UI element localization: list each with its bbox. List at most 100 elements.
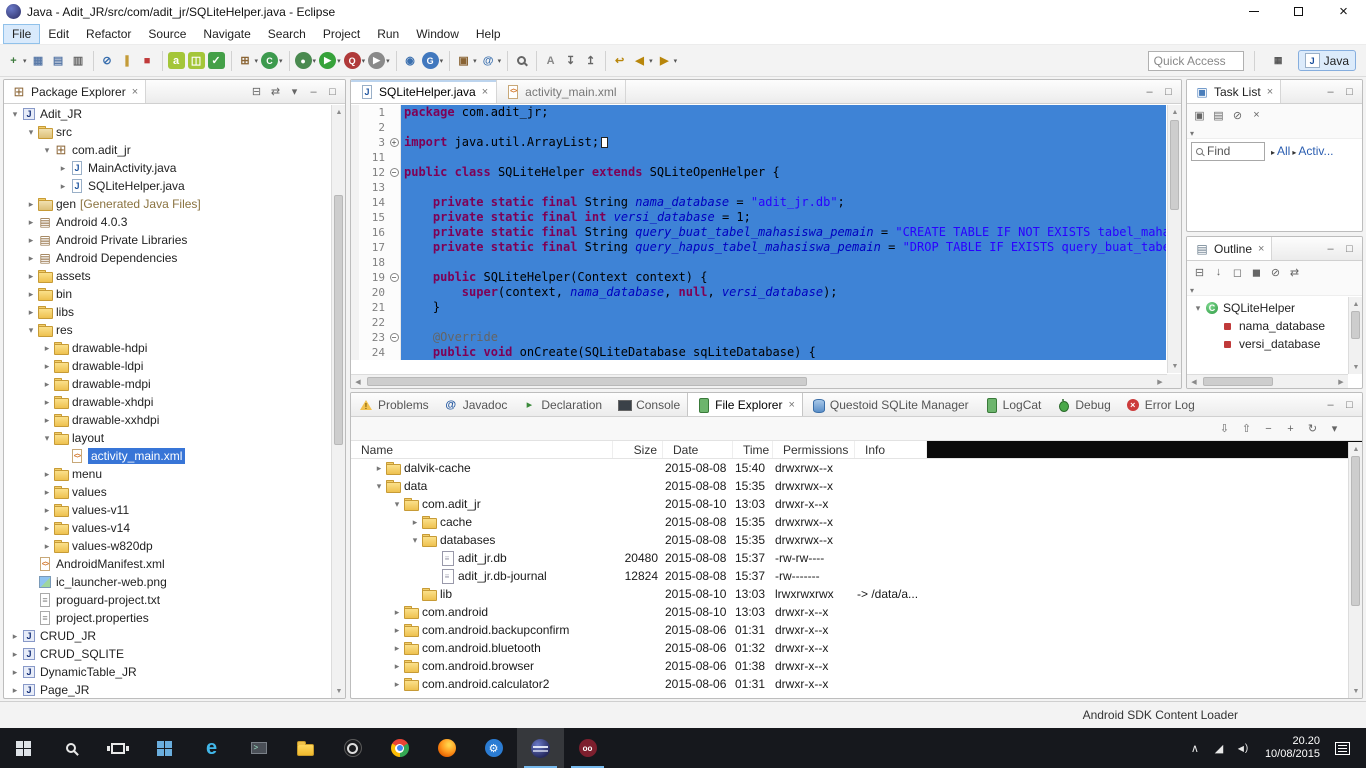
view-menu-button[interactable]: ▾	[1326, 420, 1343, 437]
annotation-ruler[interactable]	[351, 120, 359, 135]
file-row-adit-jr-db-journal[interactable]: adit_jr.db-journal 12824 2015-08-08 15:37 -r…	[351, 567, 1362, 585]
hide-fields-button[interactable]: ◻	[1229, 264, 1246, 281]
last-edit-location-button[interactable]: ↩	[610, 51, 629, 70]
expand-arrow-icon[interactable]: ▸	[41, 505, 53, 516]
expand-arrow-icon[interactable]: ▸	[41, 361, 53, 372]
scrollbar-thumb[interactable]	[1351, 456, 1360, 606]
firefox-icon[interactable]	[423, 728, 470, 768]
hidden-icons-chevron[interactable]: ∧	[1188, 742, 1202, 755]
console-app-icon[interactable]	[235, 728, 282, 768]
tree-item-res[interactable]: ▾ res	[5, 321, 330, 339]
toolbar-overflow-button[interactable]	[1190, 125, 1194, 139]
tree-item-ic-launcher-web-png[interactable]: ic_launcher-web.png	[5, 573, 330, 591]
annotation-ruler[interactable]	[351, 180, 359, 195]
fold-ruler[interactable]	[388, 195, 401, 210]
volume-icon[interactable]	[1236, 742, 1250, 754]
expand-arrow-icon[interactable]: ▸	[25, 289, 37, 300]
scrollbar-thumb[interactable]	[1203, 377, 1273, 386]
editor-tab-sqlitehelper-java[interactable]: SQLiteHelper.java ×	[351, 80, 498, 103]
scroll-right-icon[interactable]	[1153, 375, 1167, 388]
new-java-class-dropdown[interactable]: ▾	[279, 57, 283, 65]
tree-item-project-properties[interactable]: project.properties	[5, 609, 330, 627]
search-button[interactable]	[512, 53, 531, 68]
task-view-button[interactable]	[94, 728, 141, 768]
expand-arrow-icon[interactable]: ▸	[25, 253, 37, 264]
tree-item-assets[interactable]: ▸ assets	[5, 267, 330, 285]
delete-selection-button[interactable]: −	[1260, 420, 1277, 437]
expand-arrow-icon[interactable]: ▸	[9, 685, 21, 696]
outline-item-nama-database[interactable]: nama_database	[1188, 317, 1347, 335]
task-scope-link-activ[interactable]: Activ...	[1298, 144, 1333, 158]
tab-problems[interactable]: Problems	[351, 393, 436, 416]
gwt-compile-dropdown[interactable]: ▾	[440, 57, 444, 65]
tab-questoid-sqlite-manager[interactable]: Questoid SQLite Manager	[803, 393, 976, 416]
tree-item-activity-main-xml[interactable]: activity_main.xml	[5, 447, 330, 465]
package-explorer-tab[interactable]: Package Explorer ×	[4, 80, 147, 103]
toolbar-overflow-button[interactable]	[1190, 282, 1194, 296]
network-icon[interactable]: ◢	[1212, 742, 1226, 755]
javadoc-wizard-dropdown[interactable]: ▾	[498, 57, 502, 65]
gwt-compile-button[interactable]: G ▾	[421, 51, 445, 70]
code-line[interactable]: @Override	[401, 330, 1166, 345]
open-perspective-button[interactable]: ▦	[1265, 51, 1292, 70]
tab-logcat[interactable]: LogCat	[976, 393, 1049, 416]
code-line[interactable]: }	[401, 300, 1166, 315]
expand-arrow-icon[interactable]: ▾	[409, 535, 421, 546]
annotation-ruler[interactable]	[351, 135, 359, 150]
file-row-com-android-calculator2[interactable]: ▸ com.android.calculator2 2015-08-06 01:31 d…	[351, 675, 1362, 693]
code-line[interactable]	[401, 120, 1166, 135]
code-line[interactable]	[401, 315, 1166, 330]
file-table-scrollbar[interactable]	[1348, 442, 1362, 698]
file-row-com-android-backupconfirm[interactable]: ▸ com.android.backupconfirm 2015-08-06 01:3…	[351, 621, 1362, 639]
code-line[interactable]: private static final String query_hapus_…	[401, 240, 1166, 255]
tree-item-values[interactable]: ▸ values	[5, 483, 330, 501]
expand-arrow-icon[interactable]: ▾	[9, 109, 21, 120]
tree-item-crud-jr[interactable]: ▸ CRUD_JR	[5, 627, 330, 645]
scrollbar-thumb[interactable]	[334, 195, 343, 445]
editor-vertical-scrollbar[interactable]	[1167, 105, 1181, 373]
tree-item-bin[interactable]: ▸ bin	[5, 285, 330, 303]
settings-icon[interactable]: ⚙	[470, 728, 517, 768]
fold-ruler[interactable]	[388, 300, 401, 315]
expand-arrow-icon[interactable]: ▸	[25, 235, 37, 246]
collapse-all-button[interactable]: ⊟	[1191, 264, 1208, 281]
expand-arrow-icon[interactable]: ▸	[391, 643, 403, 654]
annotation-ruler[interactable]	[351, 300, 359, 315]
sort-button[interactable]: ↓	[1210, 264, 1227, 281]
fold-toggle-icon[interactable]: +	[389, 138, 399, 147]
tree-item-proguard-project-txt[interactable]: proguard-project.txt	[5, 591, 330, 609]
outline-vertical-scrollbar[interactable]	[1348, 297, 1362, 374]
fold-ruler[interactable]	[388, 255, 401, 270]
expand-arrow-icon[interactable]: ▸	[41, 343, 53, 354]
expand-arrow-icon[interactable]: ▸	[41, 469, 53, 480]
scroll-left-icon[interactable]	[1187, 375, 1201, 388]
previous-annotation-button[interactable]: ↥	[581, 51, 600, 70]
scroll-up-icon[interactable]	[1349, 442, 1362, 456]
new-java-class-button[interactable]: C ▾	[260, 51, 284, 70]
line-number[interactable]: 3	[359, 135, 388, 150]
scroll-right-icon[interactable]	[1334, 375, 1348, 388]
view-menu-button[interactable]: ▾	[286, 83, 303, 100]
terminate-button[interactable]: ■	[138, 51, 157, 70]
editor-horizontal-scrollbar[interactable]	[351, 374, 1167, 388]
hide-static-members-button[interactable]: ◼	[1248, 264, 1265, 281]
new-wizard-button[interactable]: + ▾	[4, 51, 28, 70]
task-list-tab[interactable]: Task List ×	[1187, 80, 1282, 103]
column-header-name[interactable]: Name	[351, 441, 613, 458]
line-number[interactable]: 20	[359, 285, 388, 300]
tree-item-com-adit-jr[interactable]: ▾ com.adit_jr	[5, 141, 330, 159]
tree-item-android-dependencies[interactable]: ▸ Android Dependencies	[5, 249, 330, 267]
close-tab-icon[interactable]: ×	[788, 399, 794, 411]
code-line[interactable]: package com.adit_jr;	[401, 105, 1166, 120]
tab-error-log[interactable]: Error Log	[1118, 393, 1202, 416]
fold-ruler[interactable]: −	[388, 330, 401, 345]
annotation-ruler[interactable]	[351, 285, 359, 300]
line-number[interactable]: 23	[359, 330, 388, 345]
fold-toggle-icon[interactable]: −	[389, 168, 399, 177]
push-file-onto-device-button[interactable]: ⇧	[1238, 420, 1255, 437]
tree-item-values-w820dp[interactable]: ▸ values-w820dp	[5, 537, 330, 555]
file-row-databases[interactable]: ▾ databases 2015-08-08 15:35 drwxrwx--x	[351, 531, 1362, 549]
debug-button[interactable]: ● ▾	[294, 51, 318, 70]
line-number[interactable]: 19	[359, 270, 388, 285]
menu-source[interactable]: Source	[140, 25, 194, 43]
